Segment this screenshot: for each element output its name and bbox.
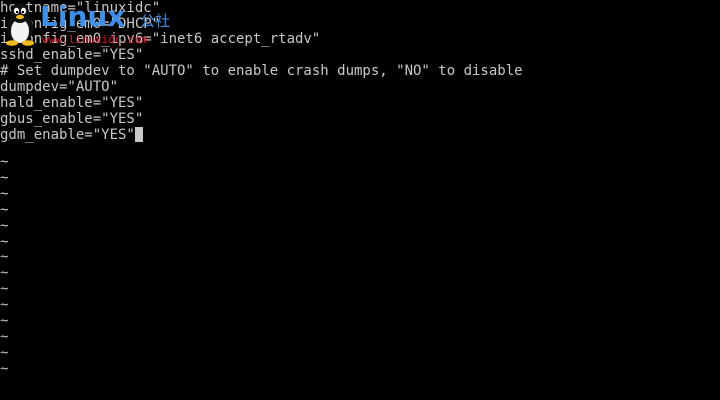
editor-line-text: gdm_enable="YES" (0, 127, 135, 143)
text-cursor (134, 127, 143, 142)
empty-line-tilde: ~ (0, 344, 9, 361)
watermark-logo: Linux 公社 www.linuxidc.com (2, 0, 182, 50)
empty-line-tilde: ~ (0, 360, 9, 377)
empty-line-tilde: ~ (0, 249, 9, 266)
tux-penguin-icon (6, 3, 34, 46)
empty-line-tilde: ~ (0, 328, 9, 345)
empty-line-tilde: ~ (0, 169, 9, 186)
terminal-window[interactable]: hostname="linuxidc" ifconfig_em0="DHCP" … (0, 0, 720, 400)
editor-line[interactable]: # Set dumpdev to "AUTO" to enable crash … (0, 63, 523, 79)
watermark-brand-cn: 公社 (140, 12, 171, 30)
empty-line-tilde: ~ (0, 281, 9, 298)
empty-line-tilde: ~ (0, 313, 9, 329)
editor-line-current[interactable]: gdm_enable="YES" (0, 127, 143, 143)
empty-line-tilde: ~ (0, 265, 9, 282)
empty-line-tilde: ~ (0, 201, 9, 218)
empty-line-tilde: ~ (0, 154, 9, 170)
empty-line-tilde: ~ (0, 217, 9, 234)
watermark-brand: Linux (40, 0, 126, 33)
empty-line-tilde: ~ (0, 185, 9, 202)
watermark-url: www.linuxidc.com (42, 33, 148, 46)
editor-line[interactable]: gbus_enable="YES" (0, 111, 143, 127)
editor-line[interactable]: hald_enable="YES" (0, 95, 143, 111)
empty-line-tilde: ~ (0, 233, 9, 250)
editor-line[interactable]: dumpdev="AUTO" (0, 79, 118, 95)
empty-line-tilde: ~ (0, 297, 9, 314)
